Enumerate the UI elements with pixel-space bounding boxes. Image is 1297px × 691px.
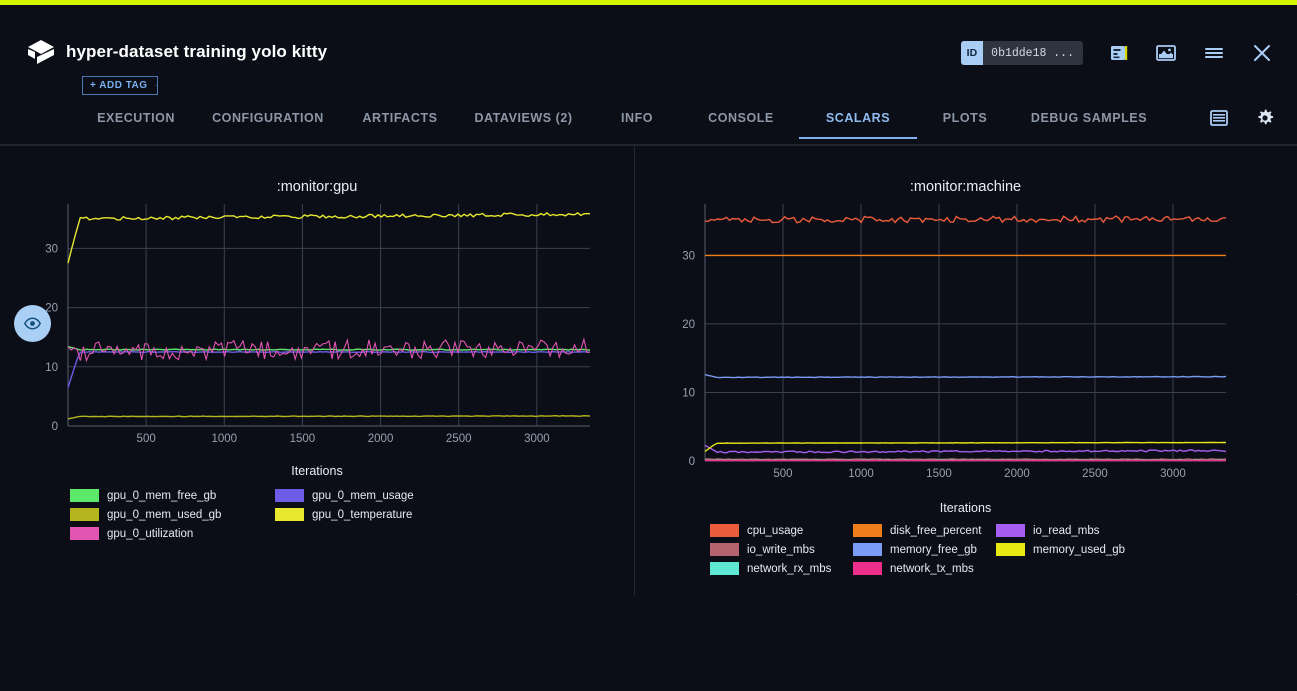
- tab-dataviews-2[interactable]: DATAVIEWS (2): [456, 100, 591, 139]
- tab-info[interactable]: INFO: [591, 100, 683, 139]
- tab-artifacts[interactable]: ARTIFACTS: [344, 100, 456, 139]
- legend-item-memory_used_gb[interactable]: memory_used_gb: [996, 540, 1139, 559]
- legend-item-gpu_0_temperature[interactable]: gpu_0_temperature: [275, 505, 480, 524]
- close-icon[interactable]: [1251, 42, 1273, 64]
- tab-plots[interactable]: PLOTS: [917, 100, 1013, 139]
- legend-item-gpu_0_mem_usage[interactable]: gpu_0_mem_usage: [275, 486, 480, 505]
- legend-swatch-gpu_0_mem_usage: [275, 489, 304, 502]
- experiment-tabs: EXECUTIONCONFIGURATIONARTIFACTSDATAVIEWS…: [0, 100, 1297, 145]
- svg-text:2500: 2500: [446, 433, 472, 445]
- legend-item-io_write_mbs[interactable]: io_write_mbs: [710, 540, 853, 559]
- settings-gear-icon[interactable]: [1255, 108, 1275, 128]
- legend-label: io_write_mbs: [747, 544, 815, 556]
- report-icon[interactable]: [1109, 43, 1129, 63]
- svg-text:2000: 2000: [1004, 468, 1030, 480]
- legend-item-disk_free_percent[interactable]: disk_free_percent: [853, 521, 996, 540]
- legend-item-gpu_0_utilization[interactable]: gpu_0_utilization: [70, 524, 275, 543]
- legend-item-gpu_0_mem_free_gb[interactable]: gpu_0_mem_free_gb: [70, 486, 275, 505]
- chart-card-monitor-machine: :monitor:machine 01020305001000150020002…: [635, 146, 1296, 595]
- legend-label: network_rx_mbs: [747, 563, 831, 575]
- table-view-icon[interactable]: [1209, 109, 1229, 127]
- svg-text:1500: 1500: [926, 468, 952, 480]
- legend-swatch-gpu_0_utilization: [70, 527, 99, 540]
- legend-swatch-network_rx_mbs: [710, 562, 739, 575]
- svg-text:0: 0: [52, 421, 58, 433]
- svg-text:10: 10: [45, 362, 58, 374]
- svg-text:10: 10: [682, 387, 695, 399]
- legend-swatch-memory_used_gb: [996, 543, 1025, 556]
- cube-logo-icon: [24, 35, 58, 69]
- header-actions: ID 0b1dde18 ...: [961, 41, 1273, 65]
- legend-item-network_rx_mbs[interactable]: network_rx_mbs: [710, 559, 853, 578]
- experiment-id-chip[interactable]: ID 0b1dde18 ...: [961, 41, 1083, 65]
- legend-label: gpu_0_mem_free_gb: [107, 490, 216, 502]
- page-title: hyper-dataset training yolo kitty: [66, 42, 327, 62]
- legend-swatch-io_write_mbs: [710, 543, 739, 556]
- add-tag-button[interactable]: + ADD TAG: [82, 76, 158, 95]
- legend-label: gpu_0_mem_usage: [312, 490, 414, 502]
- tab-console[interactable]: CONSOLE: [683, 100, 799, 139]
- legend-label: gpu_0_mem_used_gb: [107, 509, 221, 521]
- svg-text:30: 30: [45, 243, 58, 255]
- tab-execution[interactable]: EXECUTION: [80, 100, 192, 139]
- plot-svg: 010203050010001500200025003000: [0, 146, 635, 516]
- tabs-right-icons: [1209, 108, 1275, 128]
- tab-debug-samples[interactable]: DEBUG SAMPLES: [1013, 100, 1165, 139]
- svg-text:500: 500: [137, 433, 156, 445]
- legend-item-network_tx_mbs[interactable]: network_tx_mbs: [853, 559, 996, 578]
- svg-text:1000: 1000: [848, 468, 874, 480]
- svg-text:1500: 1500: [290, 433, 316, 445]
- svg-text:2000: 2000: [368, 433, 394, 445]
- svg-text:500: 500: [773, 468, 792, 480]
- svg-text:30: 30: [682, 250, 695, 262]
- series-line-io_write_mbs: [705, 459, 1226, 460]
- legend-label: io_read_mbs: [1033, 525, 1099, 537]
- id-chip-label: ID: [961, 41, 984, 65]
- id-chip-value: 0b1dde18 ...: [983, 47, 1083, 60]
- experiment-header: hyper-dataset training yolo kitty + ADD …: [0, 5, 1297, 100]
- chart-card-monitor-gpu: :monitor:gpu 010203050010001500200025003…: [0, 146, 635, 595]
- legend-swatch-gpu_0_mem_used_gb: [70, 508, 99, 521]
- svg-text:1000: 1000: [211, 433, 237, 445]
- legend-swatch-memory_free_gb: [853, 543, 882, 556]
- svg-text:3000: 3000: [524, 433, 550, 445]
- legend-swatch-cpu_usage: [710, 524, 739, 537]
- legend-item-memory_free_gb[interactable]: memory_free_gb: [853, 540, 996, 559]
- legend-swatch-disk_free_percent: [853, 524, 882, 537]
- legend-swatch-gpu_0_temperature: [275, 508, 304, 521]
- legend-label: disk_free_percent: [890, 525, 981, 537]
- legend-label: memory_used_gb: [1033, 544, 1125, 556]
- legend-label: memory_free_gb: [890, 544, 977, 556]
- legend-label: cpu_usage: [747, 525, 803, 537]
- x-axis-label: Iterations: [635, 501, 1296, 515]
- legend-item-io_read_mbs[interactable]: io_read_mbs: [996, 521, 1139, 540]
- svg-text:3000: 3000: [1160, 468, 1186, 480]
- scalars-charts-region: :monitor:gpu 010203050010001500200025003…: [0, 145, 1297, 595]
- legend-swatch-gpu_0_mem_free_gb: [70, 489, 99, 502]
- eye-icon[interactable]: [14, 305, 51, 342]
- svg-text:20: 20: [682, 319, 695, 331]
- legend-label: network_tx_mbs: [890, 563, 974, 575]
- x-axis-label: Iterations: [0, 464, 634, 478]
- svg-text:2500: 2500: [1082, 468, 1108, 480]
- legend-label: gpu_0_temperature: [312, 509, 412, 521]
- svg-text:0: 0: [689, 456, 695, 468]
- legend-label: gpu_0_utilization: [107, 528, 193, 540]
- legend-swatch-io_read_mbs: [996, 524, 1025, 537]
- legend-item-cpu_usage[interactable]: cpu_usage: [710, 521, 853, 540]
- chart-legend: gpu_0_mem_free_gb gpu_0_mem_usage gpu_0_me…: [70, 486, 615, 543]
- legend-item-gpu_0_mem_used_gb[interactable]: gpu_0_mem_used_gb: [70, 505, 275, 524]
- plot-svg: 0 10 20 30 500 1000 1500 2000 2500 3000: [635, 146, 1296, 551]
- legend-swatch-network_tx_mbs: [853, 562, 882, 575]
- menu-icon[interactable]: [1203, 43, 1225, 63]
- tab-scalars[interactable]: SCALARS: [799, 100, 917, 139]
- image-icon[interactable]: [1155, 43, 1177, 63]
- chart-legend: cpu_usage disk_free_percent io_read_mbs io_…: [710, 521, 1215, 578]
- tab-configuration[interactable]: CONFIGURATION: [192, 100, 344, 139]
